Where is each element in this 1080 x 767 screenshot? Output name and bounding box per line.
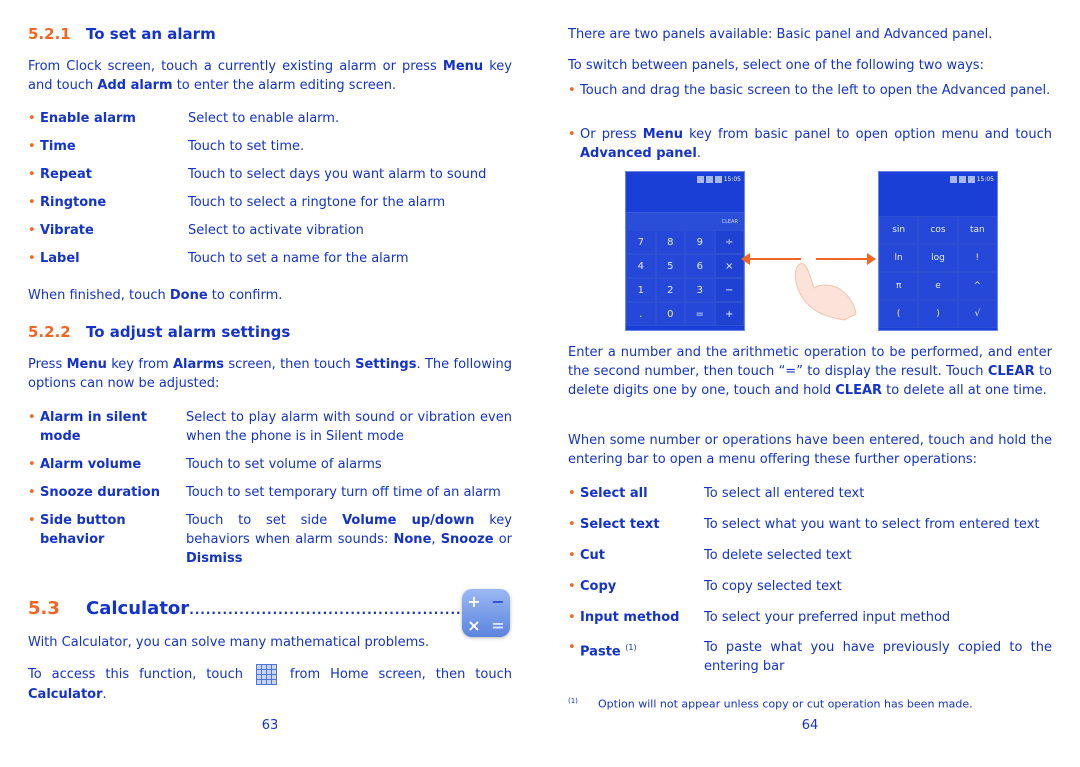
key: 7 <box>626 230 656 254</box>
list-item: • Enable alarm Select to enable alarm. <box>28 111 340 126</box>
list-item: • Side button behavior Touch to set side … <box>28 513 513 566</box>
list-item: • Input method To select your preferred in… <box>568 610 951 625</box>
list-item: • Copy To copy selected text <box>568 579 842 594</box>
arrow-left-icon <box>741 253 801 265</box>
list-item: • Vibrate Select to activate vibration <box>28 223 364 238</box>
key: cos <box>918 216 958 244</box>
calculator-display <box>626 186 744 212</box>
key: 3 <box>685 278 715 302</box>
section-5-2-1-heading: 5.2.1 To set an alarm <box>28 25 216 43</box>
key: + <box>714 302 744 326</box>
key: 2 <box>655 278 685 302</box>
key: ! <box>957 244 997 272</box>
key: ( <box>879 300 919 328</box>
key: ^ <box>957 272 997 300</box>
panels-intro: There are two panels available: Basic pa… <box>568 27 993 42</box>
key: 6 <box>685 254 715 278</box>
key: × <box>714 254 744 278</box>
list-item: • Or press Menu key from basic panel to o… <box>568 127 1052 161</box>
section-5-2-2-heading: 5.2.2 To adjust alarm settings <box>28 323 291 341</box>
list-item: • Select text To select what you want to s… <box>568 517 1040 532</box>
clear-button: CLEAR <box>626 212 744 230</box>
key: √ <box>957 300 997 328</box>
calculator-display <box>879 186 997 216</box>
apps-grid-icon <box>255 664 277 685</box>
list-item: • Time Touch to set time. <box>28 139 305 154</box>
list-item: • Alarm in silent mode Select to play alar… <box>28 410 512 444</box>
footnote: (1) Option will not appear unless copy or… <box>568 697 973 711</box>
key: π <box>879 272 919 300</box>
status-bar: 15:05 <box>879 172 997 186</box>
basic-keypad: 7 8 9 ÷ 4 5 6 × 1 2 3 − . 0 = + <box>626 230 744 326</box>
key: − <box>714 278 744 302</box>
page-number: 63 <box>261 718 279 733</box>
key: 8 <box>655 230 685 254</box>
list-item: • Select all To select all entered text <box>568 486 865 501</box>
switch-intro: To switch between panels, select one of … <box>568 58 984 73</box>
list-item: • Alarm volume Touch to set volume of alar… <box>28 457 382 472</box>
arrow-right-icon <box>816 253 876 265</box>
advanced-panel-screenshot: 15:05 sin cos tan ln log ! π e ^ ( ) √ <box>878 171 998 331</box>
calculator-app-icon: + − × = <box>462 589 510 637</box>
key: 4 <box>626 254 656 278</box>
key: ln <box>879 244 919 272</box>
key: 0 <box>655 302 685 326</box>
key: = <box>685 302 715 326</box>
key: sin <box>879 216 919 244</box>
key: 9 <box>685 230 715 254</box>
key: ) <box>918 300 958 328</box>
key: 1 <box>626 278 656 302</box>
status-bar: 15:05 <box>626 172 744 186</box>
key: 5 <box>655 254 685 278</box>
list-item: • Label Touch to set a name for the alarm <box>28 251 409 266</box>
section-5-3-heading: 5.3 Calculator...........................… <box>28 598 468 619</box>
advanced-keypad: sin cos tan ln log ! π e ^ ( ) √ <box>879 216 997 328</box>
calculator-intro: With Calculator, you can solve many math… <box>28 635 430 650</box>
list-item: • Repeat Touch to select days you want ala… <box>28 167 487 182</box>
list-item: • Cut To delete selected text <box>568 548 852 563</box>
settings-intro: Press Menu key from Alarms screen, then … <box>28 357 512 391</box>
alarm-intro: From Clock screen, touch a currently exi… <box>28 59 512 93</box>
key: tan <box>957 216 997 244</box>
alarm-outro: When finished, touch Done to confirm. <box>28 288 283 303</box>
key: ÷ <box>714 230 744 254</box>
list-item: • Touch and drag the basic screen to the … <box>568 83 1051 98</box>
swipe-hand-icon <box>794 263 857 321</box>
page-number: 64 <box>801 718 819 733</box>
calculator-access: To access this function, touch from Home… <box>28 664 512 704</box>
footnote-ref: (1) <box>625 643 637 652</box>
calculator-usage: Enter a number and the arithmetic operat… <box>568 345 1052 398</box>
key: log <box>918 244 958 272</box>
menu-intro: When some number or operations have been… <box>568 433 1052 467</box>
key: e <box>918 272 958 300</box>
key: . <box>626 302 656 326</box>
list-item: • Snooze duration Touch to set temporary t… <box>28 485 501 500</box>
list-item: • Ringtone Touch to select a ringtone for … <box>28 195 446 210</box>
basic-panel-screenshot: 15:05 CLEAR 7 8 9 ÷ 4 5 6 × 1 2 3 − . 0 … <box>625 171 745 331</box>
list-item: • Paste (1) To paste what you have previou… <box>568 640 1052 674</box>
